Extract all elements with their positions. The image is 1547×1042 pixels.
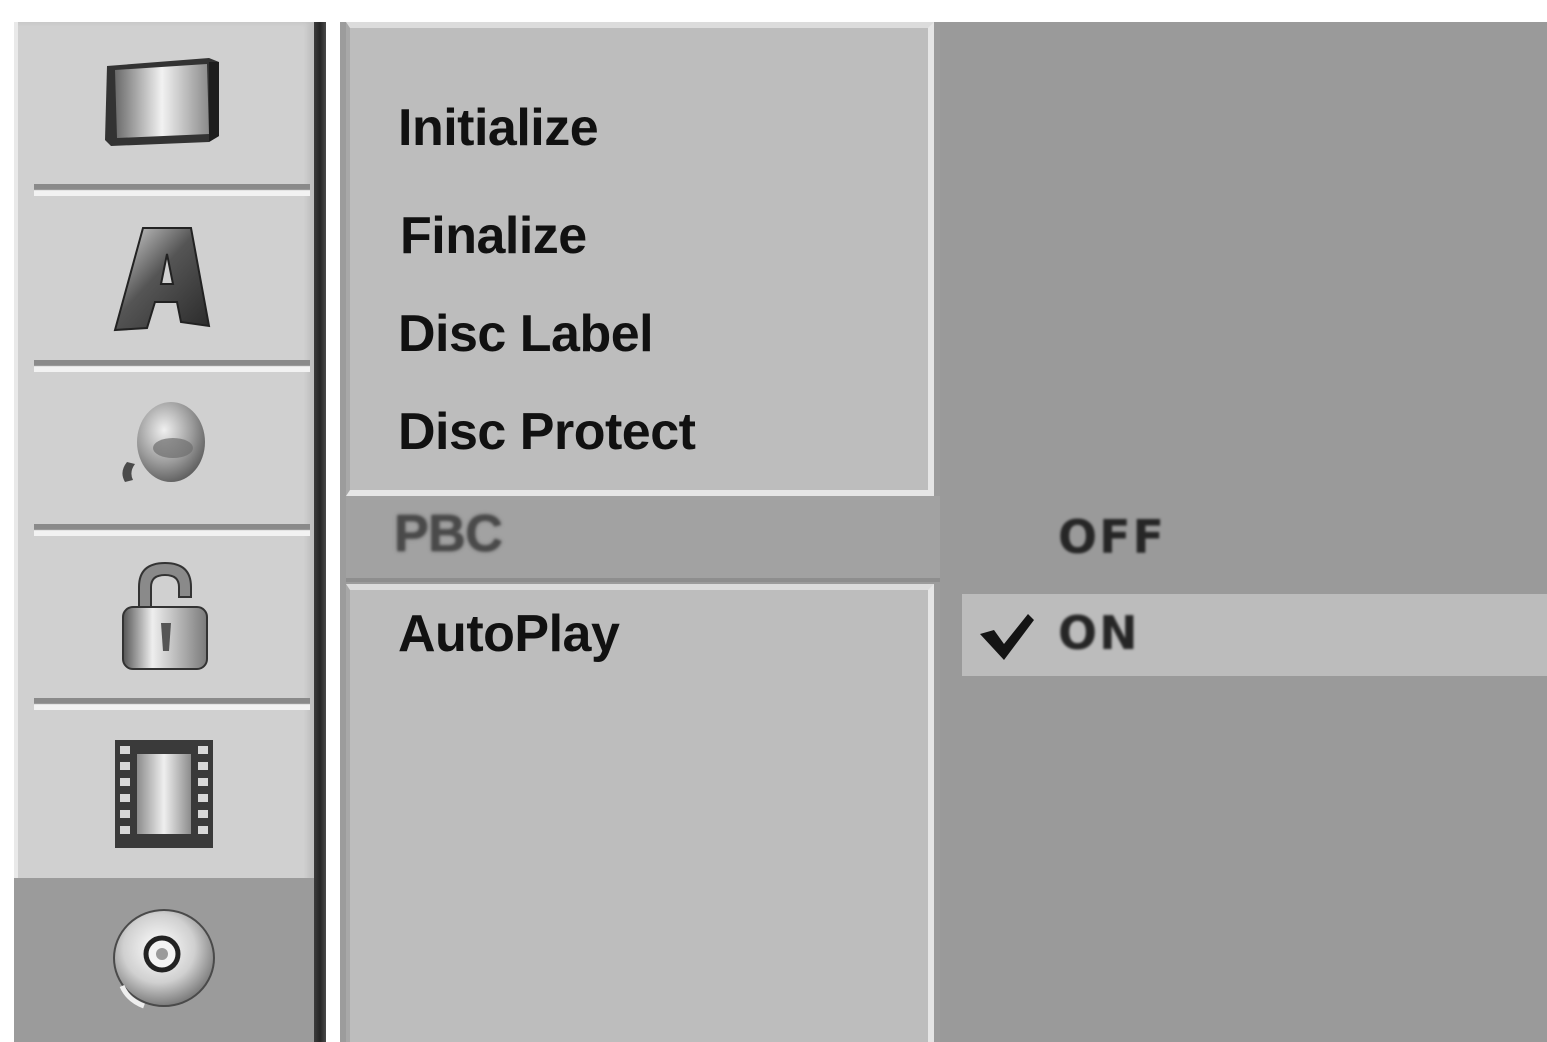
menu-box-top: Initialize Finalize Disc Label Disc Prot… [346,22,934,496]
menu-box-bottom: AutoPlay [346,584,934,1042]
menu-item-disc-protect[interactable]: Disc Protect [398,402,696,462]
sidebar-item-tv[interactable] [14,22,314,184]
film-icon [109,732,219,856]
sidebar-edge [314,22,326,1042]
menu-item-initialize[interactable]: Initialize [398,98,599,158]
menu-item-pbc-row[interactable]: PBC [346,496,940,582]
option-on-label: ON [1058,606,1140,660]
sidebar-divider [34,184,310,196]
lock-icon [109,557,219,677]
audio-icon [109,398,219,498]
sidebar [14,22,314,1042]
sidebar-item-disc[interactable] [14,878,314,1042]
menu-item-autoplay[interactable]: AutoPlay [398,604,620,664]
menu-item-finalize[interactable]: Finalize [400,206,587,266]
sidebar-divider [34,524,310,536]
disc-icon [104,900,224,1020]
language-icon [109,218,219,338]
sidebar-divider [34,360,310,372]
menu-panel: Initialize Finalize Disc Label Disc Prot… [340,22,940,1042]
option-on[interactable]: ON [962,594,1547,676]
sidebar-item-lock[interactable] [14,536,314,698]
menu-item-pbc[interactable]: PBC [394,504,503,564]
options-panel: OFF ON [940,22,1547,1042]
sidebar-item-audio[interactable] [14,372,314,524]
checkmark-icon [976,608,1036,664]
sidebar-item-language[interactable] [14,196,314,360]
option-off-label: OFF [1058,510,1166,564]
sidebar-item-film[interactable] [14,710,314,878]
sidebar-divider [34,698,310,710]
menu-item-disc-label[interactable]: Disc Label [398,304,654,364]
option-off[interactable]: OFF [940,498,1547,580]
tv-icon [99,48,229,158]
